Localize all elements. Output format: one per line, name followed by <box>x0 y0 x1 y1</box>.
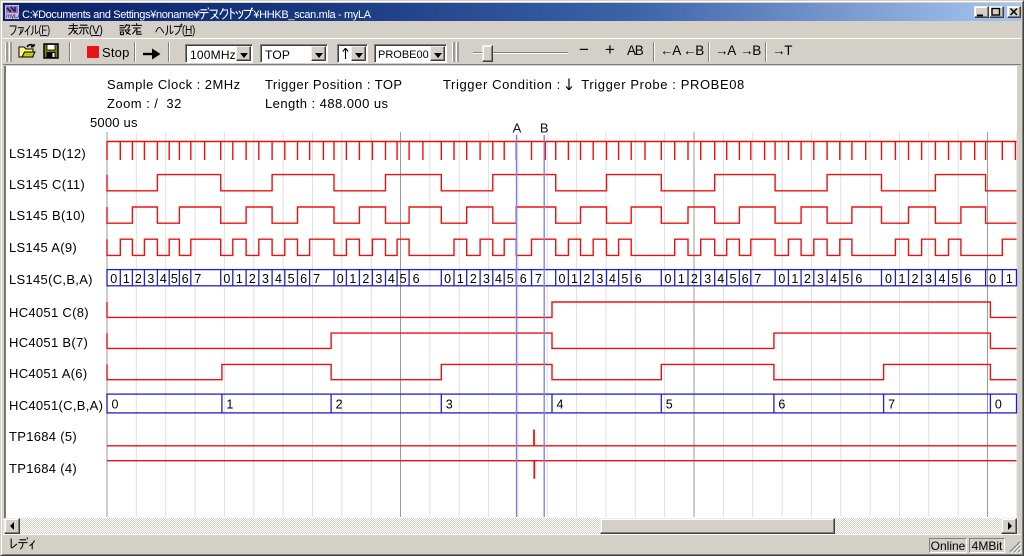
svg-text:1: 1 <box>899 272 906 286</box>
svg-text:3: 3 <box>596 272 603 286</box>
svg-text:6: 6 <box>964 272 971 286</box>
svg-text:7: 7 <box>313 272 320 286</box>
svg-text:7: 7 <box>194 272 201 286</box>
svg-text:3: 3 <box>446 398 453 412</box>
svg-text:3: 3 <box>147 272 154 286</box>
svg-text:1: 1 <box>123 272 130 286</box>
svg-text:0: 0 <box>337 272 344 286</box>
svg-text:1: 1 <box>349 272 356 286</box>
svg-text:3: 3 <box>925 272 932 286</box>
svg-text:1: 1 <box>571 272 578 286</box>
svg-text:5: 5 <box>666 398 673 412</box>
svg-text:1: 1 <box>791 272 798 286</box>
svg-text:0: 0 <box>112 398 119 412</box>
svg-text:0: 0 <box>665 272 672 286</box>
svg-text:0: 0 <box>559 272 566 286</box>
svg-text:6: 6 <box>778 398 785 412</box>
svg-text:6: 6 <box>520 272 527 286</box>
svg-text:5: 5 <box>400 272 407 286</box>
svg-text:B: B <box>540 121 549 136</box>
svg-text:2: 2 <box>135 272 142 286</box>
svg-text:5: 5 <box>621 272 628 286</box>
svg-text:3: 3 <box>817 272 824 286</box>
svg-text:5: 5 <box>951 272 958 286</box>
svg-text:0: 0 <box>885 272 892 286</box>
svg-text:0: 0 <box>995 398 1002 412</box>
svg-text:4: 4 <box>495 272 502 286</box>
svg-text:3: 3 <box>375 272 382 286</box>
svg-text:7: 7 <box>754 272 761 286</box>
svg-text:6: 6 <box>182 272 189 286</box>
svg-text:5: 5 <box>730 272 737 286</box>
svg-text:4: 4 <box>830 272 837 286</box>
svg-text:4: 4 <box>388 272 395 286</box>
svg-text:3: 3 <box>483 272 490 286</box>
svg-text:5: 5 <box>171 272 178 286</box>
svg-text:0: 0 <box>444 272 451 286</box>
svg-text:3: 3 <box>262 272 269 286</box>
svg-text:1: 1 <box>1006 272 1013 286</box>
svg-text:2: 2 <box>691 272 698 286</box>
svg-text:1: 1 <box>236 272 243 286</box>
svg-text:0: 0 <box>223 272 230 286</box>
svg-text:6: 6 <box>413 272 420 286</box>
svg-text:1: 1 <box>678 272 685 286</box>
svg-text:2: 2 <box>912 272 919 286</box>
svg-text:2: 2 <box>583 272 590 286</box>
svg-text:4: 4 <box>717 272 724 286</box>
svg-text:1: 1 <box>226 398 233 412</box>
svg-text:6: 6 <box>300 272 307 286</box>
svg-text:7: 7 <box>535 272 542 286</box>
svg-text:2: 2 <box>470 272 477 286</box>
svg-text:4: 4 <box>160 272 167 286</box>
svg-text:4: 4 <box>275 272 282 286</box>
svg-text:4: 4 <box>609 272 616 286</box>
svg-text:1: 1 <box>457 272 464 286</box>
svg-text:2: 2 <box>362 272 369 286</box>
svg-text:0: 0 <box>110 272 117 286</box>
svg-text:2: 2 <box>249 272 256 286</box>
svg-text:A: A <box>513 121 522 136</box>
svg-text:4: 4 <box>557 398 564 412</box>
svg-text:5: 5 <box>507 272 514 286</box>
svg-text:4: 4 <box>939 272 946 286</box>
svg-text:2: 2 <box>336 398 343 412</box>
svg-text:3: 3 <box>704 272 711 286</box>
svg-text:6: 6 <box>742 272 749 286</box>
svg-text:0: 0 <box>989 272 996 286</box>
svg-text:0: 0 <box>778 272 785 286</box>
svg-text:5: 5 <box>842 272 849 286</box>
svg-text:5: 5 <box>288 272 295 286</box>
svg-text:2: 2 <box>804 272 811 286</box>
svg-text:7: 7 <box>888 398 895 412</box>
svg-text:6: 6 <box>855 272 862 286</box>
svg-text:6: 6 <box>635 272 642 286</box>
